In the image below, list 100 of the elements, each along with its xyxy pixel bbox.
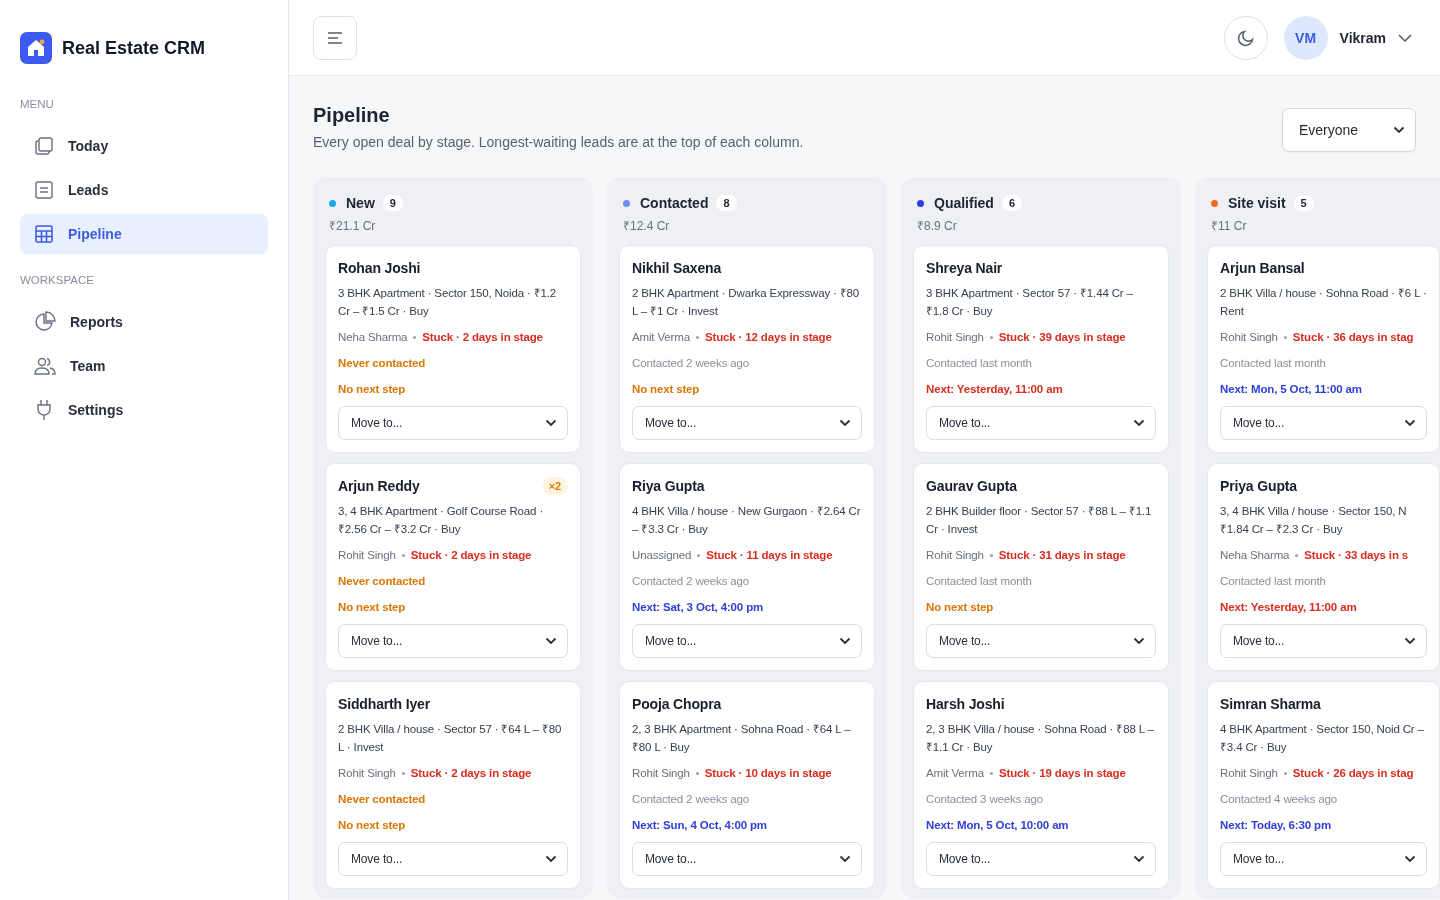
lead-name: Riya Gupta (632, 477, 705, 496)
stuck-label: Stuck · 2 days in stage (422, 330, 543, 345)
separator-dot-icon (1283, 335, 1287, 339)
contact-status: Contacted 2 weeks ago (632, 574, 751, 589)
lead-description: 2 BHK Apartment · Dwarka Expressway · ₹80 L – ₹1 Cr · Invest (632, 286, 861, 319)
owner-name: Rohit Singh (926, 330, 984, 345)
page-title: Pipeline (313, 103, 391, 128)
next-step: No next step (926, 598, 1156, 616)
user-menu[interactable]: VM Vikram (1283, 15, 1416, 60)
contact-status: Never contacted (338, 792, 427, 807)
contact-status: Never contacted (338, 356, 427, 371)
stuck-label: Stuck · 39 days in stage (998, 330, 1126, 345)
lead-name: Shreya Nair (926, 259, 1003, 278)
house-logo-icon (20, 32, 52, 64)
sidebar-item[interactable]: Team (20, 346, 268, 386)
chevron-down-icon (1133, 637, 1145, 645)
move-to-select[interactable]: Move to... (1220, 624, 1427, 658)
next-step: Next: Sat, 3 Oct, 4:00 pm (632, 598, 862, 616)
lead-description: 4 BHK Apartment · Sector 150, Noid Cr – ₹3.4 Cr · Buy (1220, 722, 1425, 755)
owner-name: Amit Verma (632, 330, 690, 345)
contact-status: Contacted last month (926, 356, 1033, 371)
move-to-select[interactable]: Move to... (632, 842, 862, 876)
separator-dot-icon (401, 771, 405, 775)
menu-button[interactable] (313, 15, 357, 60)
next-step: Next: Yesterday, 11:00 am (1220, 598, 1427, 616)
stuck-label: Stuck · 33 days in s (1304, 548, 1409, 563)
chevron-down-icon (839, 855, 851, 863)
pages-icon (34, 136, 54, 156)
chevron-down-icon (839, 637, 851, 645)
user-avatar: VM (1283, 15, 1328, 60)
move-to-select[interactable]: Move to... (1220, 842, 1427, 876)
next-step: No next step (632, 380, 862, 398)
lead-description: 3 BHK Apartment · Sector 150, Noida · ₹1.2 Cr – ₹1.5 Cr · Buy (338, 286, 558, 319)
next-step: Next: Today, 6:30 pm (1220, 816, 1427, 834)
contact-status: Contacted 2 weeks ago (632, 792, 751, 807)
separator-dot-icon (989, 335, 993, 339)
separator-dot-icon (989, 771, 993, 775)
separator-dot-icon (695, 335, 699, 339)
sidebar-item[interactable]: Leads (20, 170, 268, 210)
separator-dot-icon (989, 553, 993, 557)
move-to-select[interactable]: Move to... (632, 406, 862, 440)
page-subtitle: Every open deal by stage. Longest-waiting leads are at the top of each column. (313, 134, 804, 150)
lead-name: Pooja Chopra (632, 695, 722, 714)
separator-dot-icon (695, 771, 699, 775)
chevron-down-icon (1404, 637, 1416, 645)
move-to-select[interactable]: Move to... (632, 624, 862, 658)
stuck-label: Stuck · 31 days in stage (998, 548, 1126, 563)
stage-total: ₹21.1 Cr (328, 218, 377, 235)
chevron-down-icon (1133, 419, 1145, 427)
stuck-label: Stuck · 10 days in stage (704, 766, 832, 781)
stage-name: New (346, 195, 375, 211)
pie-chart-icon (34, 311, 56, 333)
next-step: Next: Mon, 5 Oct, 11:00 am (1220, 380, 1427, 398)
move-to-select[interactable]: Move to... (926, 842, 1156, 876)
chevron-down-icon (1404, 419, 1416, 427)
stage-name: Qualified (934, 195, 994, 211)
stage-count: 5 (1293, 195, 1314, 211)
contact-status: Contacted last month (1220, 574, 1327, 589)
move-to-select[interactable]: Move to... (1220, 406, 1427, 440)
move-to-select[interactable]: Move to... (338, 624, 568, 658)
owner-name: Neha Sharma (338, 330, 408, 345)
sidebar-item[interactable]: Today (20, 126, 268, 166)
move-to-select[interactable]: Move to... (338, 842, 568, 876)
stuck-label: Stuck · 2 days in stage (410, 766, 532, 781)
duplicate-badge: ×2 (541, 477, 568, 495)
move-to-select[interactable]: Move to... (926, 406, 1156, 440)
separator-dot-icon (401, 553, 405, 557)
owner-name: Rohit Singh (632, 766, 690, 781)
chevron-down-icon (1133, 855, 1145, 863)
owner-filter-select[interactable]: Everyone (1282, 108, 1416, 152)
stage-count: 8 (716, 195, 737, 211)
sidebar-item[interactable]: Settings (20, 390, 268, 430)
move-to-select[interactable]: Move to... (338, 406, 568, 440)
lead-name: Rohan Joshi (338, 259, 421, 278)
sidebar-item[interactable]: Reports (20, 302, 268, 342)
lead-name: Arjun Reddy (338, 477, 420, 496)
move-to-select[interactable]: Move to... (926, 624, 1156, 658)
contact-status: Contacted last month (926, 574, 1033, 589)
contact-status: Never contacted (338, 574, 427, 589)
chevron-down-icon (545, 637, 557, 645)
stage-name: Contacted (640, 195, 709, 211)
owner-name: Rohit Singh (338, 548, 396, 563)
next-step: No next step (338, 816, 568, 834)
user-name: Vikram (1339, 29, 1386, 46)
plug-icon (34, 399, 54, 421)
stuck-label: Stuck · 2 days in stage (410, 548, 532, 563)
lead-description: 3 BHK Apartment · Sector 57 · ₹1.44 Cr – ₹1.8 Cr · Buy (926, 286, 1134, 319)
sidebar-item[interactable]: Pipeline (20, 214, 268, 254)
chevron-down-icon (1393, 126, 1405, 134)
contact-status: Contacted last month (1220, 356, 1327, 371)
lead-description: 2, 3 BHK Apartment · Sohna Road · ₹64 L – ₹80 L · Buy (632, 722, 852, 755)
chevron-down-icon (839, 419, 851, 427)
contact-status: Contacted 4 weeks ago (1220, 792, 1339, 807)
lead-description: 2 BHK Villa / house · Sector 57 · ₹64 L – ₹80 L · Invest (338, 722, 563, 755)
stage-count: 6 (1001, 195, 1023, 211)
lead-name: Simran Sharma (1220, 695, 1321, 714)
app-title: Real Estate CRM (62, 37, 206, 59)
menu-icon (327, 31, 343, 44)
chevron-down-icon (1398, 33, 1412, 42)
section-label: WORKSPACE (20, 274, 95, 286)
